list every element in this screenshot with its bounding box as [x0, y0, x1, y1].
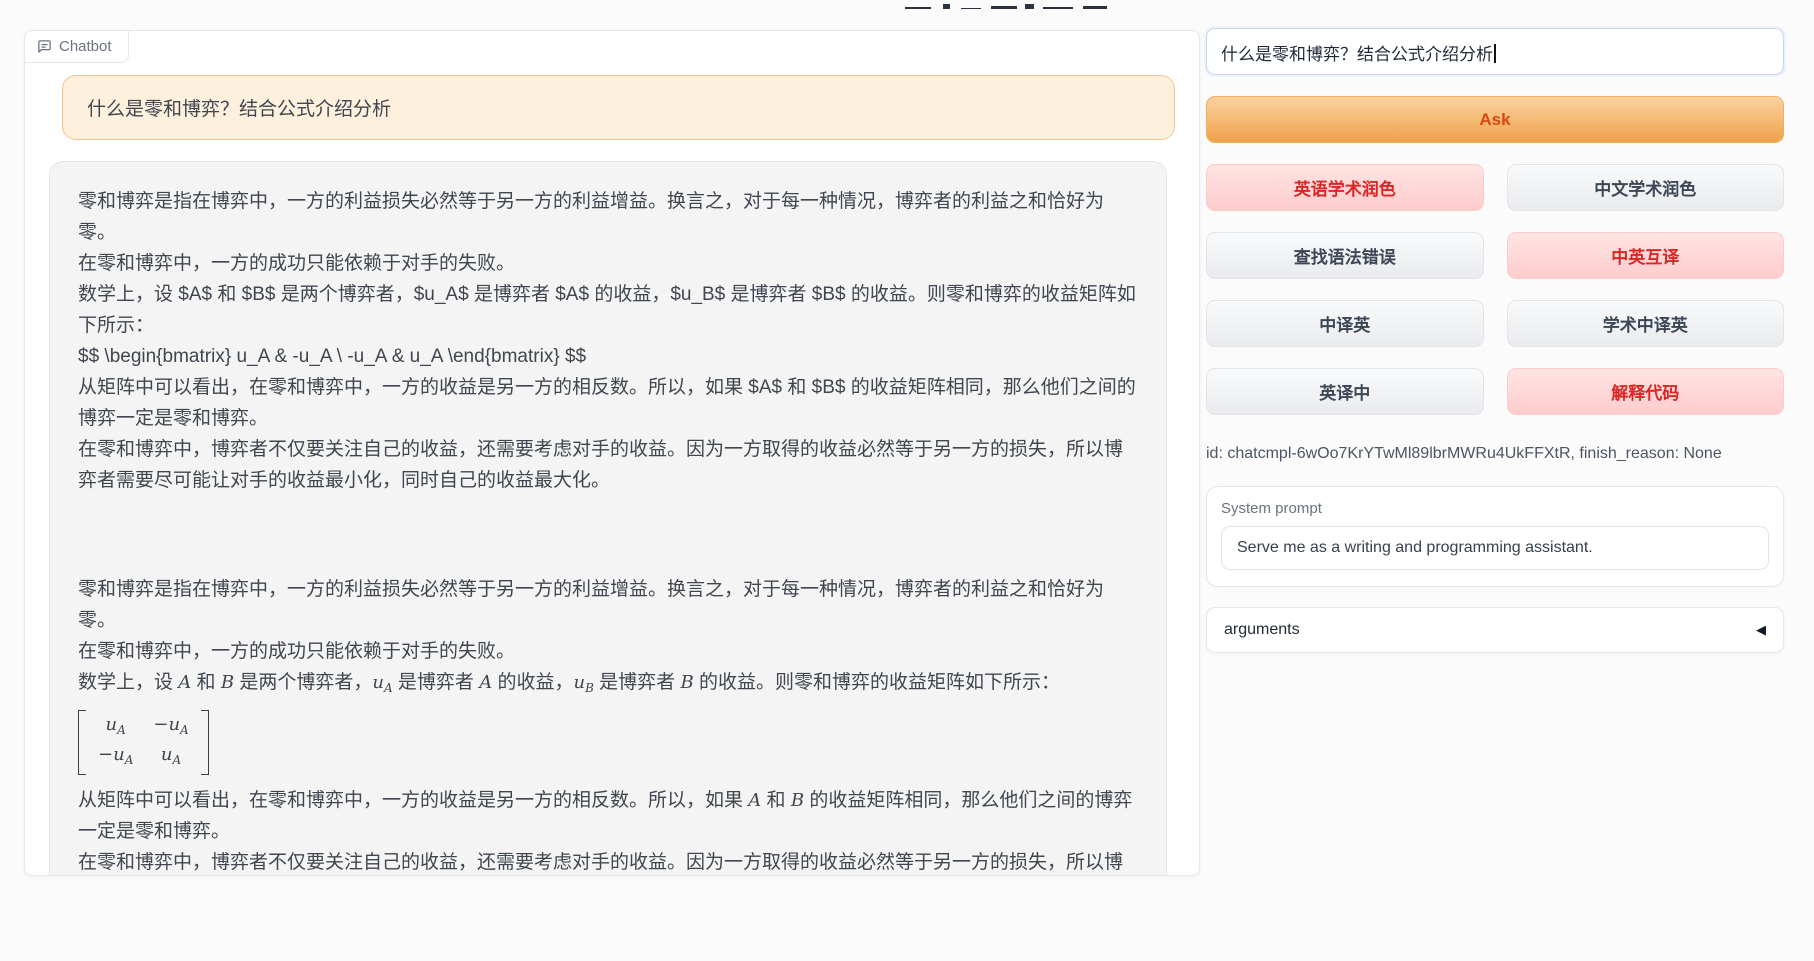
- bot-raw-line: 在零和博弈中，博弈者不仅要关注自己的收益，还需要考虑对手的收益。因为一方取得的收…: [78, 434, 1138, 496]
- bot-raw-line: 数学上，设 $A$ 和 $B$ 是两个博弈者，$u_A$ 是博弈者 $A$ 的收…: [78, 279, 1138, 341]
- chat-message-list[interactable]: 什么是零和博弈？结合公式介绍分析 零和博弈是指在博弈中，一方的利益损失必然等于另…: [25, 71, 1199, 875]
- page-title-glyph-bottoms: [905, 4, 1120, 9]
- payoff-matrix: uA −uA −uA uA: [78, 710, 209, 775]
- bot-message-bubble: 零和博弈是指在博弈中，一方的利益损失必然等于另一方的利益增益。换言之，对于每一种…: [49, 161, 1167, 875]
- bot-raw-line: 在零和博弈中，一方的成功只能依赖于对手的失败。: [78, 248, 1138, 279]
- accordion-collapsed-arrow-icon: ◀: [1756, 622, 1766, 638]
- quick-action-grid: 英语学术润色 中文学术润色 查找语法错误 中英互译 中译英 学术中译英 英译中 …: [1206, 164, 1784, 415]
- button-en-to-zh[interactable]: 英译中: [1206, 368, 1484, 415]
- bot-rendered-line: 在零和博弈中，一方的成功只能依赖于对手的失败。: [78, 636, 1138, 667]
- button-english-academic-polish[interactable]: 英语学术润色: [1206, 164, 1484, 211]
- chatbot-label-text: Chatbot: [59, 38, 112, 55]
- matrix-right-bracket: [201, 710, 209, 775]
- button-zh-en-translate[interactable]: 中英互译: [1507, 232, 1785, 279]
- paragraph-gap: [78, 496, 1138, 574]
- bot-raw-latex-line: $$ \begin{bmatrix} u_A & -u_A \ -u_A & u…: [78, 341, 1138, 372]
- bot-rendered-line: 零和博弈是指在博弈中，一方的利益损失必然等于另一方的利益增益。换言之，对于每一种…: [78, 574, 1138, 636]
- matrix-left-bracket: [78, 710, 86, 775]
- bot-rendered-math-line: 数学上，设 A 和 B 是两个博弈者，uA 是博弈者 A 的收益，uB 是博弈者…: [78, 667, 1138, 704]
- bot-rendered-line: 在零和博弈中，博弈者不仅要关注自己的收益，还需要考虑对手的收益。因为一方取得的收…: [78, 847, 1138, 875]
- chat-bubble-icon: [37, 39, 52, 54]
- system-prompt-input[interactable]: Serve me as a writing and programming as…: [1221, 526, 1769, 570]
- user-message-text: 什么是零和博弈？结合公式介绍分析: [87, 99, 391, 120]
- button-academic-zh-to-en[interactable]: 学术中译英: [1507, 300, 1785, 347]
- matrix-cell: uA: [153, 743, 188, 772]
- system-prompt-label: System prompt: [1221, 500, 1769, 517]
- question-input[interactable]: 什么是零和博弈？结合公式介绍分析: [1206, 28, 1784, 75]
- text-cursor: [1494, 44, 1496, 63]
- page-title-cutoff: [905, 0, 1120, 9]
- button-find-grammar-errors[interactable]: 查找语法错误: [1206, 232, 1484, 279]
- chatbot-label: Chatbot: [25, 31, 129, 63]
- bot-raw-line: 零和博弈是指在博弈中，一方的利益损失必然等于另一方的利益增益。换言之，对于每一种…: [78, 186, 1138, 248]
- button-explain-code[interactable]: 解释代码: [1507, 368, 1785, 415]
- question-input-value: 什么是零和博弈？结合公式介绍分析: [1221, 45, 1493, 64]
- matrix-cell: −uA: [98, 743, 133, 772]
- bot-raw-paragraph: 零和博弈是指在博弈中，一方的利益损失必然等于另一方的利益增益。换言之，对于每一种…: [78, 186, 1138, 496]
- response-status-line: id: chatcmpl-6wOo7KrYTwMl89lbrMWRu4UkFFX…: [1206, 445, 1784, 463]
- ask-button[interactable]: Ask: [1206, 96, 1784, 143]
- matrix-cell: −uA: [153, 713, 188, 742]
- matrix-cell: uA: [98, 713, 133, 742]
- bot-rendered-math-line: 从矩阵中可以看出，在零和博弈中，一方的收益是另一方的相反数。所以，如果 A 和 …: [78, 785, 1138, 847]
- bot-raw-line: 从矩阵中可以看出，在零和博弈中，一方的收益是另一方的相反数。所以，如果 $A$ …: [78, 372, 1138, 434]
- chatbot-panel: Chatbot 什么是零和博弈？结合公式介绍分析 零和博弈是指在博弈中，一方的利…: [24, 30, 1200, 876]
- button-zh-to-en[interactable]: 中译英: [1206, 300, 1484, 347]
- arguments-accordion-label: arguments: [1224, 621, 1300, 639]
- arguments-accordion[interactable]: arguments ◀: [1206, 607, 1784, 653]
- controls-column: 什么是零和博弈？结合公式介绍分析 Ask 英语学术润色 中文学术润色 查找语法错…: [1206, 28, 1784, 653]
- user-message-bubble: 什么是零和博弈？结合公式介绍分析: [62, 75, 1175, 140]
- system-prompt-group: System prompt Serve me as a writing and …: [1206, 486, 1784, 587]
- button-chinese-academic-polish[interactable]: 中文学术润色: [1507, 164, 1785, 211]
- bot-rendered-paragraph: 零和博弈是指在博弈中，一方的利益损失必然等于另一方的利益增益。换言之，对于每一种…: [78, 574, 1138, 875]
